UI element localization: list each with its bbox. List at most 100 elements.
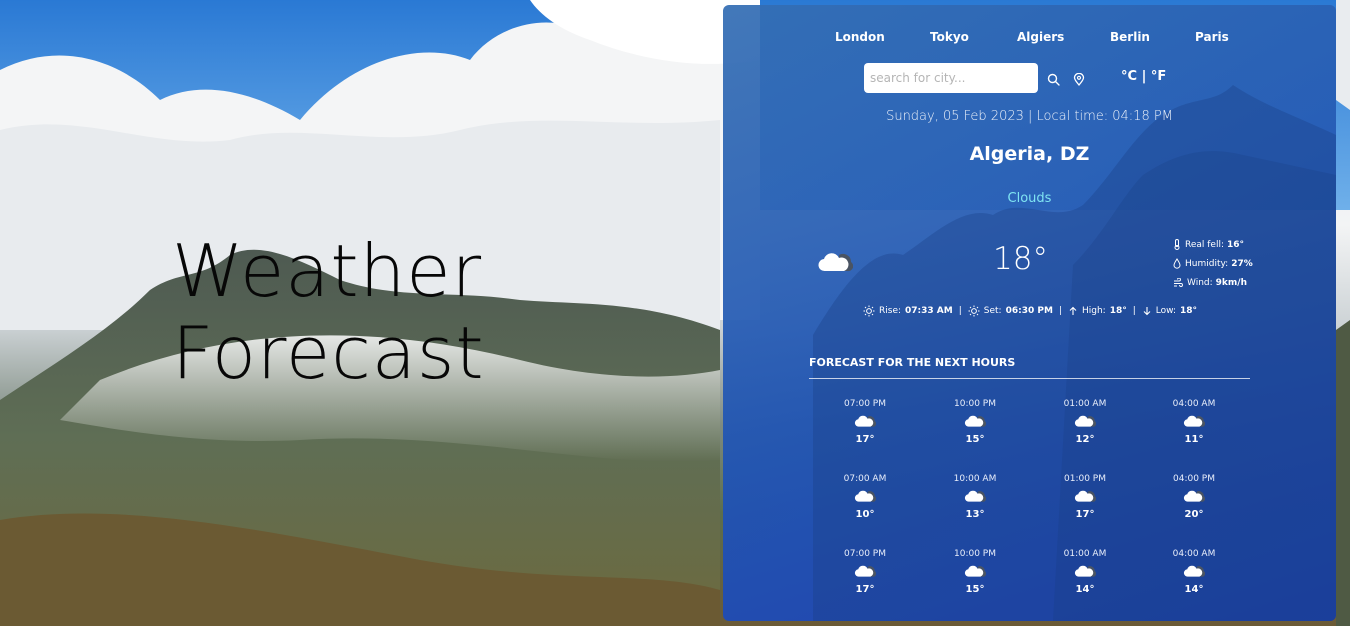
forecast-time: 04:00 AM — [1172, 399, 1216, 409]
forecast-item: 04:00 AM 11° — [1154, 397, 1234, 445]
forecast-row: 07:00 PM 17° 10:00 PM 15° 01:00 AM 14° 04:00 A… — [809, 547, 1250, 621]
forecast-time: 07:00 PM — [844, 399, 886, 409]
forecast-grid: 07:00 PM 17° 10:00 PM 15° 01:00 AM 12° 04:00 A… — [809, 397, 1250, 621]
city-shortcuts: London Tokyo Algiers Berlin Paris — [723, 30, 1336, 50]
forecast-item: 01:00 AM 12° — [1045, 397, 1125, 445]
city-link-tokyo[interactable]: Tokyo — [930, 30, 969, 44]
city-link-paris[interactable]: Paris — [1195, 30, 1229, 44]
forecast-item: 10:00 AM 13° — [935, 472, 1015, 520]
humidity-row: Humidity: 27% — [1173, 254, 1253, 273]
cloud-icon — [1154, 413, 1234, 433]
city-link-algiers[interactable]: Algiers — [1017, 30, 1064, 44]
cloud-icon — [1154, 563, 1234, 583]
low-label: Low: — [1155, 306, 1177, 316]
set-value: 06:30 PM — [1005, 306, 1053, 316]
forecast-item: 04:00 AM 14° — [1154, 547, 1234, 595]
forecast-title: FORECAST FOR THE NEXT HOURS — [809, 356, 1016, 369]
forecast-item: 07:00 PM 17° — [825, 547, 905, 595]
forecast-row: 07:00 PM 17° 10:00 PM 15° 01:00 AM 12° 04:00 A… — [809, 397, 1250, 472]
forecast-temperature: 17° — [1075, 509, 1095, 520]
forecast-time: 01:00 AM — [1063, 399, 1107, 409]
forecast-temperature: 17° — [855, 584, 875, 595]
forecast-item: 07:00 AM 10° — [825, 472, 905, 520]
forecast-temperature: 10° — [855, 509, 875, 520]
forecast-item: 01:00 AM 14° — [1045, 547, 1125, 595]
forecast-item: 04:00 PM 20° — [1154, 472, 1234, 520]
wind-icon — [1174, 277, 1183, 287]
forecast-time: 10:00 AM — [953, 474, 997, 484]
city-link-berlin[interactable]: Berlin — [1110, 30, 1150, 44]
low-value: 18° — [1180, 306, 1198, 316]
forecast-item: 07:00 PM 17° — [825, 397, 905, 445]
forecast-time: 01:00 AM — [1063, 549, 1107, 559]
humidity-value: 27% — [1231, 258, 1253, 269]
search-input[interactable] — [864, 63, 1038, 93]
local-date-time: Sunday, 05 Feb 2023 | Local time: 04:18 … — [886, 109, 1173, 124]
forecast-time: 07:00 PM — [844, 549, 886, 559]
forecast-item: 10:00 PM 15° — [935, 397, 1015, 445]
forecast-time: 01:00 PM — [1064, 474, 1106, 484]
unit-separator: | — [1141, 69, 1147, 84]
forecast-time: 10:00 PM — [954, 399, 996, 409]
weather-panel: London Tokyo Algiers Berlin Paris °C | °… — [723, 5, 1336, 621]
thermometer-icon — [1174, 239, 1180, 250]
cloud-icon — [1045, 563, 1125, 583]
cloud-icon — [825, 413, 905, 433]
separator: | — [1132, 306, 1136, 316]
forecast-row: 07:00 AM 10° 10:00 AM 13° 01:00 PM 17° 04:00 P… — [809, 472, 1250, 547]
cloud-icon — [1045, 413, 1125, 433]
unit-toggle: °C | °F — [1121, 69, 1166, 84]
location-pin-icon[interactable] — [1073, 71, 1089, 87]
humidity-label: Humidity: — [1185, 258, 1229, 269]
celsius-button[interactable]: °C — [1121, 69, 1137, 84]
forecast-temperature: 13° — [965, 509, 985, 520]
cloud-icon — [935, 488, 1015, 508]
forecast-time: 04:00 AM — [1172, 549, 1216, 559]
forecast-divider — [809, 378, 1250, 379]
cloud-icon — [1045, 488, 1125, 508]
fahrenheit-button[interactable]: °F — [1151, 69, 1166, 84]
hero-title-line2: Forecast — [172, 311, 485, 395]
wind-value: 9km/h — [1215, 277, 1247, 288]
forecast-time: 07:00 AM — [843, 474, 887, 484]
city-link-london[interactable]: London — [835, 30, 885, 44]
rise-value: 07:33 AM — [905, 306, 953, 316]
droplet-icon — [1173, 258, 1181, 269]
sunset-icon — [968, 305, 980, 317]
arrow-down-icon — [1143, 307, 1151, 316]
high-value: 18° — [1109, 306, 1127, 316]
forecast-temperature: 14° — [1184, 584, 1204, 595]
forecast-item: 01:00 PM 17° — [1045, 472, 1125, 520]
cloud-icon — [1154, 488, 1234, 508]
rise-label: Rise: — [879, 306, 902, 316]
forecast-time: 04:00 PM — [1173, 474, 1215, 484]
forecast-item: 10:00 PM 15° — [935, 547, 1015, 595]
hero-title-line1: Weather — [172, 229, 483, 313]
high-label: High: — [1081, 306, 1106, 316]
cloud-icon — [825, 488, 905, 508]
search-icon[interactable] — [1047, 71, 1063, 87]
sunrise-icon — [863, 305, 875, 317]
cloud-icon — [935, 413, 1015, 433]
real-feel-row: Real fell: 16° — [1173, 235, 1253, 254]
hero-title: Weather Forecast — [172, 230, 485, 394]
forecast-time: 10:00 PM — [954, 549, 996, 559]
separator: | — [958, 306, 962, 316]
wind-label: Wind: — [1187, 277, 1213, 288]
real-feel-value: 16° — [1227, 239, 1245, 250]
sun-and-range-row: Rise: 07:33 AM | Set: 06:30 PM | High: 1… — [863, 305, 1197, 317]
forecast-temperature: 15° — [965, 584, 985, 595]
wind-row: Wind: 9km/h — [1173, 273, 1253, 292]
forecast-temperature: 12° — [1075, 434, 1095, 445]
cloud-icon — [817, 249, 854, 277]
forecast-temperature: 14° — [1075, 584, 1095, 595]
set-label: Set: — [983, 306, 1002, 316]
separator: | — [1058, 306, 1062, 316]
weather-details: Real fell: 16° Humidity: 27% Wind: 9km/h — [1173, 235, 1253, 292]
arrow-up-icon — [1069, 306, 1077, 315]
forecast-temperature: 11° — [1184, 434, 1204, 445]
real-feel-label: Real fell: — [1185, 239, 1225, 250]
current-temperature: 18° — [993, 241, 1048, 277]
forecast-temperature: 15° — [965, 434, 985, 445]
forecast-temperature: 20° — [1184, 509, 1204, 520]
